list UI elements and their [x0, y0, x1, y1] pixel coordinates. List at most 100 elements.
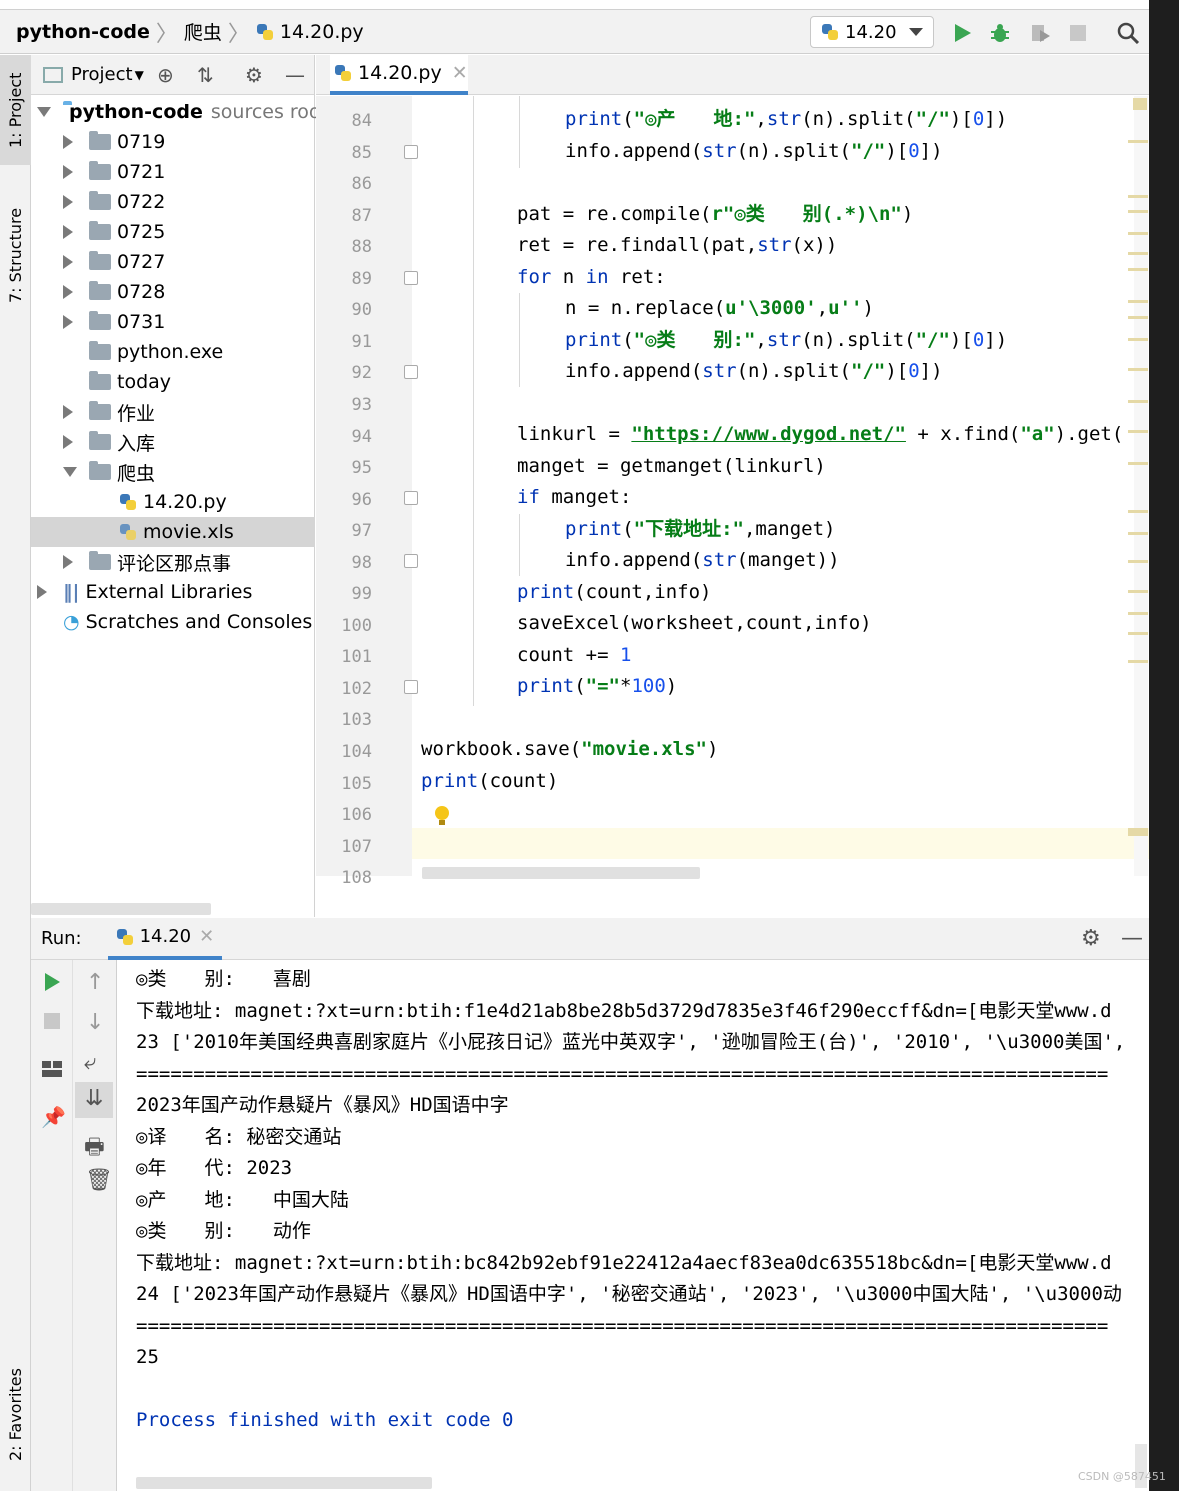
fold-marker[interactable]	[404, 491, 418, 505]
error-stripe-mark[interactable]	[1128, 510, 1148, 513]
tree-folder[interactable]: 0725	[31, 217, 315, 247]
gear-icon[interactable]: ⚙	[245, 63, 263, 87]
horizontal-scrollbar[interactable]	[136, 1477, 432, 1489]
chevron-right-icon[interactable]	[63, 165, 73, 179]
error-stripe-mark[interactable]	[1128, 560, 1148, 563]
gear-icon[interactable]: ⚙	[1081, 926, 1101, 951]
tree-folder[interactable]: 0727	[31, 247, 315, 277]
error-stripe-mark[interactable]	[1128, 828, 1148, 836]
breadcrumb-project[interactable]: python-code	[16, 21, 150, 43]
error-stripe-mark[interactable]	[1128, 268, 1148, 271]
error-stripe-mark[interactable]	[1128, 232, 1148, 235]
chevron-down-icon[interactable]	[63, 467, 77, 477]
horizontal-scrollbar[interactable]	[31, 903, 211, 915]
chevron-right-icon[interactable]	[63, 285, 73, 299]
code-editor[interactable]: 14.20.py ✕ 84 85 86 87 88 89 90 91 92 93 94 95 96 97 9…	[316, 55, 1149, 917]
print-icon[interactable]: 🖶	[84, 1130, 105, 1168]
tree-folder[interactable]: 评论区那点事	[31, 547, 315, 577]
inspection-indicator[interactable]	[1133, 98, 1147, 110]
minimize-icon[interactable]: —	[285, 63, 305, 87]
chevron-down-icon[interactable]: ▼	[135, 68, 144, 82]
minimize-icon[interactable]: —	[1121, 926, 1143, 951]
layout-icon[interactable]	[41, 1060, 63, 1078]
tree-file-selected[interactable]: movie.xls	[31, 517, 315, 547]
chevron-right-icon[interactable]	[63, 435, 73, 449]
horizontal-scrollbar[interactable]	[422, 867, 700, 879]
error-stripe-mark[interactable]	[1128, 462, 1148, 465]
close-icon[interactable]: ✕	[452, 62, 468, 84]
tab-structure[interactable]: 7: Structure	[0, 195, 31, 315]
tree-folder[interactable]: 入库	[31, 427, 315, 457]
tab-project[interactable]: 1: Project	[0, 55, 31, 165]
close-icon[interactable]: ✕	[199, 926, 214, 947]
tree-file[interactable]: 14.20.py	[31, 487, 315, 517]
stop-icon[interactable]	[43, 1012, 61, 1030]
fold-marker[interactable]	[404, 365, 418, 379]
error-stripe-mark[interactable]	[1128, 300, 1148, 303]
fold-marker[interactable]	[404, 271, 418, 285]
error-stripe-mark[interactable]	[1128, 252, 1148, 255]
rerun-icon[interactable]	[43, 972, 61, 992]
chevron-right-icon[interactable]	[63, 315, 73, 329]
error-stripe-mark[interactable]	[1128, 210, 1148, 213]
scroll-to-end-toggle[interactable]: ⇊	[75, 1082, 113, 1118]
lightbulb-icon[interactable]	[432, 804, 452, 828]
chevron-right-icon[interactable]	[63, 195, 73, 209]
arrow-up-icon[interactable]: ↑	[86, 970, 104, 995]
chevron-right-icon[interactable]	[63, 135, 73, 149]
tree-folder[interactable]: 爬虫	[31, 457, 315, 487]
tab-run-config[interactable]: 14.20 ✕	[107, 918, 223, 960]
project-panel-title[interactable]: Project	[71, 64, 133, 85]
tree-folder[interactable]: 0731	[31, 307, 315, 337]
stop-icon[interactable]	[1066, 22, 1090, 44]
tab-editor-file[interactable]: 14.20.py ✕	[330, 55, 468, 95]
chevron-down-icon[interactable]	[37, 107, 51, 117]
tree-folder[interactable]: 0719	[31, 127, 315, 157]
python-file-icon	[119, 493, 137, 511]
locate-icon[interactable]: ⊕	[157, 63, 174, 87]
error-stripe-mark[interactable]	[1128, 195, 1148, 198]
error-stripe-mark[interactable]	[1128, 316, 1148, 319]
debug-icon[interactable]	[988, 22, 1012, 44]
error-stripe-mark[interactable]	[1128, 368, 1148, 371]
breadcrumb-folder[interactable]: 爬虫	[184, 18, 222, 45]
chevron-right-icon[interactable]	[37, 585, 47, 599]
fold-marker[interactable]	[404, 554, 418, 568]
fold-marker[interactable]	[404, 680, 418, 694]
error-stripe-mark[interactable]	[1128, 660, 1148, 663]
error-stripe-mark[interactable]	[1128, 338, 1148, 341]
chevron-right-icon[interactable]	[63, 405, 73, 419]
tree-folder[interactable]: today	[31, 367, 315, 397]
arrow-down-icon[interactable]: ↓	[86, 1010, 104, 1035]
run-with-coverage-icon[interactable]	[1028, 22, 1052, 44]
error-stripe-mark[interactable]	[1128, 632, 1148, 635]
error-stripe-mark[interactable]	[1128, 590, 1148, 593]
chevron-right-icon[interactable]	[63, 225, 73, 239]
tree-folder[interactable]: 0722	[31, 187, 315, 217]
error-stripe-mark[interactable]	[1128, 430, 1148, 433]
error-stripe-mark[interactable]	[1128, 140, 1148, 143]
error-stripe-mark[interactable]	[1128, 612, 1148, 615]
tree-folder[interactable]: 0728	[31, 277, 315, 307]
soft-wrap-icon[interactable]: ⤶	[84, 1050, 96, 1075]
fold-marker[interactable]	[404, 145, 418, 159]
tree-folder[interactable]: 0721	[31, 157, 315, 187]
tree-root[interactable]: python-code sources roo	[31, 97, 321, 127]
breadcrumb-file[interactable]: 14.20.py	[280, 21, 364, 43]
tree-folder[interactable]: python.exe	[31, 337, 315, 367]
collapse-all-icon[interactable]: ⇅	[197, 63, 214, 87]
error-stripe-mark[interactable]	[1128, 400, 1148, 403]
tree-external-libraries[interactable]: ‖| External Libraries	[31, 577, 315, 607]
vertical-scrollbar[interactable]	[1134, 96, 1148, 876]
chevron-right-icon[interactable]	[63, 255, 73, 269]
run-configuration-select[interactable]: 14.20	[810, 16, 934, 48]
tab-favorites[interactable]: 2: Favorites	[0, 1355, 31, 1475]
tree-scratches[interactable]: ◔ Scratches and Consoles	[31, 607, 315, 637]
chevron-right-icon[interactable]	[63, 555, 73, 569]
pin-icon[interactable]: 📌	[41, 1105, 66, 1129]
tree-folder[interactable]: 作业	[31, 397, 315, 427]
search-icon[interactable]	[1116, 22, 1140, 44]
error-stripe-mark[interactable]	[1128, 532, 1148, 535]
run-icon[interactable]	[950, 22, 974, 44]
trash-icon[interactable]: 🗑	[85, 1168, 113, 1193]
